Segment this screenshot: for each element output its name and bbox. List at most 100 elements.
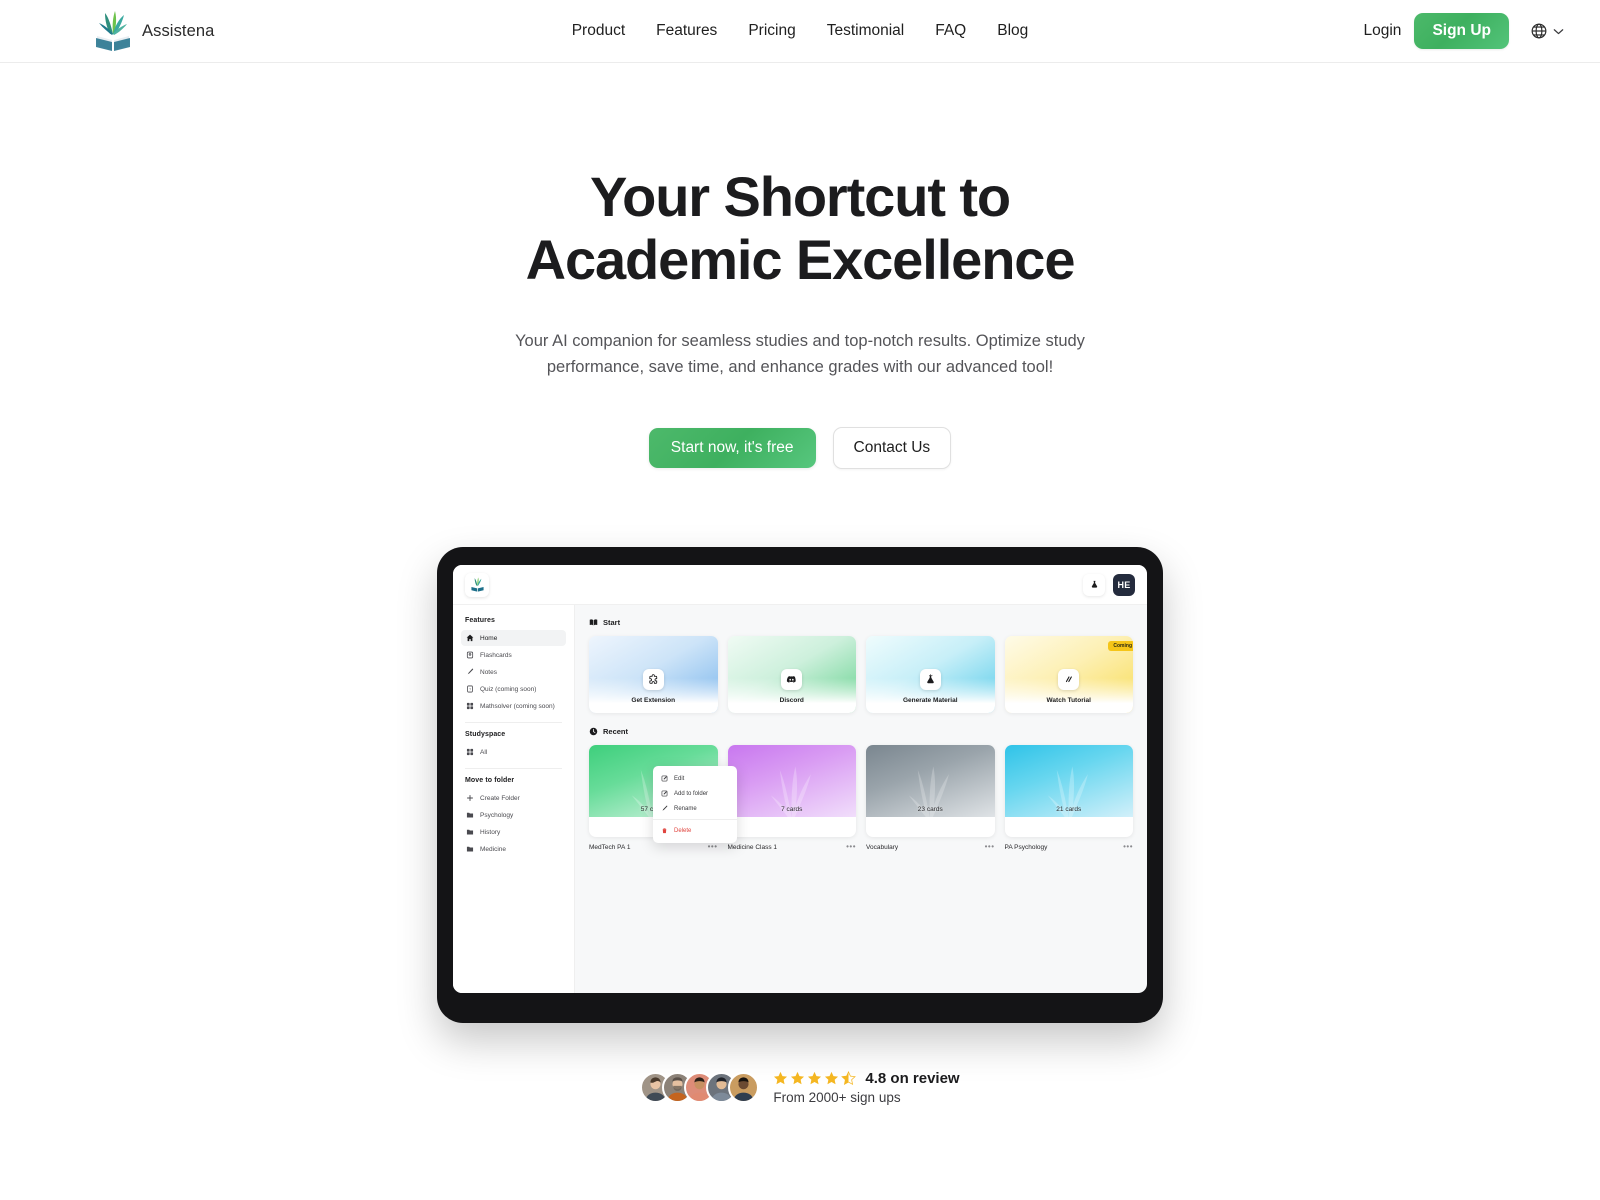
grid-icon — [466, 748, 474, 756]
edit-icon — [661, 775, 668, 782]
context-menu-label: Delete — [674, 827, 692, 834]
recent-card-title-row: Medicine Class 1 ••• — [728, 843, 857, 851]
hero-title-line-2: Academic Excellence — [525, 228, 1076, 291]
svg-text:?: ? — [469, 687, 471, 691]
start-card-discord[interactable]: Discord — [727, 636, 856, 713]
sidebar-item-label: Flashcards — [480, 651, 512, 659]
flask-icon[interactable] — [1083, 573, 1105, 596]
folder-icon — [466, 845, 474, 853]
recent-card-menu-button[interactable]: ••• — [1123, 843, 1133, 851]
main-nav: Product Features Pricing Testimonial FAQ… — [572, 22, 1029, 40]
login-link[interactable]: Login — [1364, 22, 1402, 40]
play-lines-icon — [1058, 669, 1080, 690]
sidebar-item-notes[interactable]: Notes — [461, 664, 566, 680]
context-menu-item-add-to-folder[interactable]: Add to folder — [653, 786, 737, 801]
plus-icon — [466, 794, 474, 802]
nav-link-faq[interactable]: FAQ — [935, 22, 966, 40]
recent-card-title-row: PA Psychology ••• — [1005, 843, 1134, 851]
recent-card[interactable]: 7 cards — [727, 745, 856, 837]
sidebar-item-label: History — [480, 828, 501, 836]
sidebar-divider — [465, 722, 562, 723]
book-leaf-logo-icon — [95, 10, 131, 52]
grid-icon — [466, 702, 474, 710]
start-card-watch-tutorial[interactable]: Coming Watch Tutorial — [1004, 636, 1133, 713]
context-menu-item-edit[interactable]: Edit — [653, 771, 737, 786]
sidebar-item-medicine[interactable]: Medicine — [461, 841, 566, 857]
sidebar-item-quiz[interactable]: ? Quiz (coming soon) — [461, 681, 566, 697]
rating-row: 4.8 on review — [773, 1070, 960, 1087]
star-rating — [773, 1071, 857, 1086]
nav-link-blog[interactable]: Blog — [997, 22, 1028, 40]
context-menu-item-rename[interactable]: Rename — [653, 801, 737, 816]
sidebar-item-label: Quiz (coming soon) — [480, 685, 537, 693]
sidebar-item-label: Create Folder — [480, 794, 520, 802]
flashcards-icon — [466, 651, 474, 659]
recent-card-menu-button[interactable]: ••• — [985, 843, 995, 851]
contact-us-button[interactable]: Contact Us — [832, 427, 952, 469]
add-folder-icon — [661, 790, 668, 797]
recent-card-title: Vocabulary — [866, 843, 899, 851]
sidebar-item-flashcards[interactable]: Flashcards — [461, 647, 566, 663]
app-main-content: Start Get Extension Discord Generate Mat… — [575, 605, 1147, 993]
hero-section: Your Shortcut to Academic Excellence You… — [0, 63, 1600, 469]
pen-icon — [466, 668, 474, 676]
recent-card-title-row: Vocabulary ••• — [866, 843, 995, 851]
nav-link-product[interactable]: Product — [572, 22, 625, 40]
nav-link-pricing[interactable]: Pricing — [748, 22, 795, 40]
sidebar-item-label: Home — [480, 634, 498, 642]
page-title: Your Shortcut to Academic Excellence — [0, 165, 1600, 291]
sidebar-item-label: Notes — [480, 668, 497, 676]
nav-link-testimonial[interactable]: Testimonial — [827, 22, 905, 40]
sidebar-item-home[interactable]: Home — [461, 630, 566, 646]
sidebar-item-label: Mathsolver (coming soon) — [480, 702, 555, 710]
brand-logo-link[interactable]: Assistena — [95, 10, 214, 52]
sidebar-item-label: All — [480, 748, 488, 756]
avatar-group — [640, 1072, 760, 1103]
sidebar-divider — [465, 768, 562, 769]
recent-card-count: 7 cards — [781, 806, 803, 813]
hero-subtitle-line-1: Your AI companion for seamless studies a… — [515, 332, 1041, 350]
section-title: Start — [603, 618, 621, 627]
sidebar-item-create-folder[interactable]: Create Folder — [461, 790, 566, 806]
nav-link-features[interactable]: Features — [656, 22, 717, 40]
trash-icon — [661, 827, 668, 834]
recent-card-menu-button[interactable]: ••• — [846, 843, 856, 851]
sidebar-heading-studyspace: Studyspace — [465, 731, 506, 738]
context-menu-item-delete[interactable]: Delete — [653, 823, 737, 838]
card-context-menu: Edit Add to folder Rename Delete — [653, 766, 737, 843]
tablet-frame: HE Features Home Flashcards Notes ? Quiz… — [437, 547, 1163, 1023]
recent-card-title-row: MedTech PA 1 ••• — [589, 843, 718, 851]
sidebar-item-history[interactable]: History — [461, 824, 566, 840]
quiz-icon: ? — [466, 685, 474, 693]
context-menu-label: Add to folder — [674, 790, 709, 797]
sidebar-item-all[interactable]: All — [461, 744, 566, 760]
nav-actions: Login Sign Up — [1364, 13, 1567, 49]
user-avatar[interactable]: HE — [1113, 573, 1135, 596]
start-cards-row: Get Extension Discord Generate Material … — [589, 636, 1133, 713]
coming-soon-badge: Coming — [1108, 641, 1133, 651]
language-selector[interactable] — [1528, 18, 1566, 44]
sidebar-item-mathsolver[interactable]: Mathsolver (coming soon) — [461, 698, 566, 714]
sign-up-button[interactable]: Sign Up — [1414, 13, 1509, 49]
sidebar-item-psychology[interactable]: Psychology — [461, 807, 566, 823]
book-icon — [589, 618, 598, 627]
star-half-icon — [841, 1071, 857, 1085]
app-sidebar: Features Home Flashcards Notes ? Quiz (c… — [453, 605, 575, 993]
flask-icon — [919, 669, 941, 690]
recent-card-count: 21 cards — [1056, 806, 1082, 813]
start-card-get-extension[interactable]: Get Extension — [589, 636, 718, 713]
start-now-button[interactable]: Start now, it's free — [648, 428, 816, 468]
recent-card[interactable]: 21 cards — [1004, 745, 1133, 837]
star-icon — [825, 1071, 839, 1085]
home-icon — [466, 634, 474, 642]
sidebar-heading-features: Features — [465, 617, 495, 624]
star-icon — [791, 1071, 805, 1085]
recent-card[interactable]: 23 cards — [866, 745, 995, 837]
star-icon — [808, 1071, 822, 1085]
start-card-generate-material[interactable]: Generate Material — [866, 636, 995, 713]
puzzle-icon — [642, 669, 664, 690]
top-navbar: Assistena Product Features Pricing Testi… — [0, 0, 1600, 63]
app-logo-button[interactable] — [465, 572, 489, 597]
recent-card-menu-button[interactable]: ••• — [708, 843, 718, 851]
book-leaf-logo-icon — [470, 577, 484, 592]
